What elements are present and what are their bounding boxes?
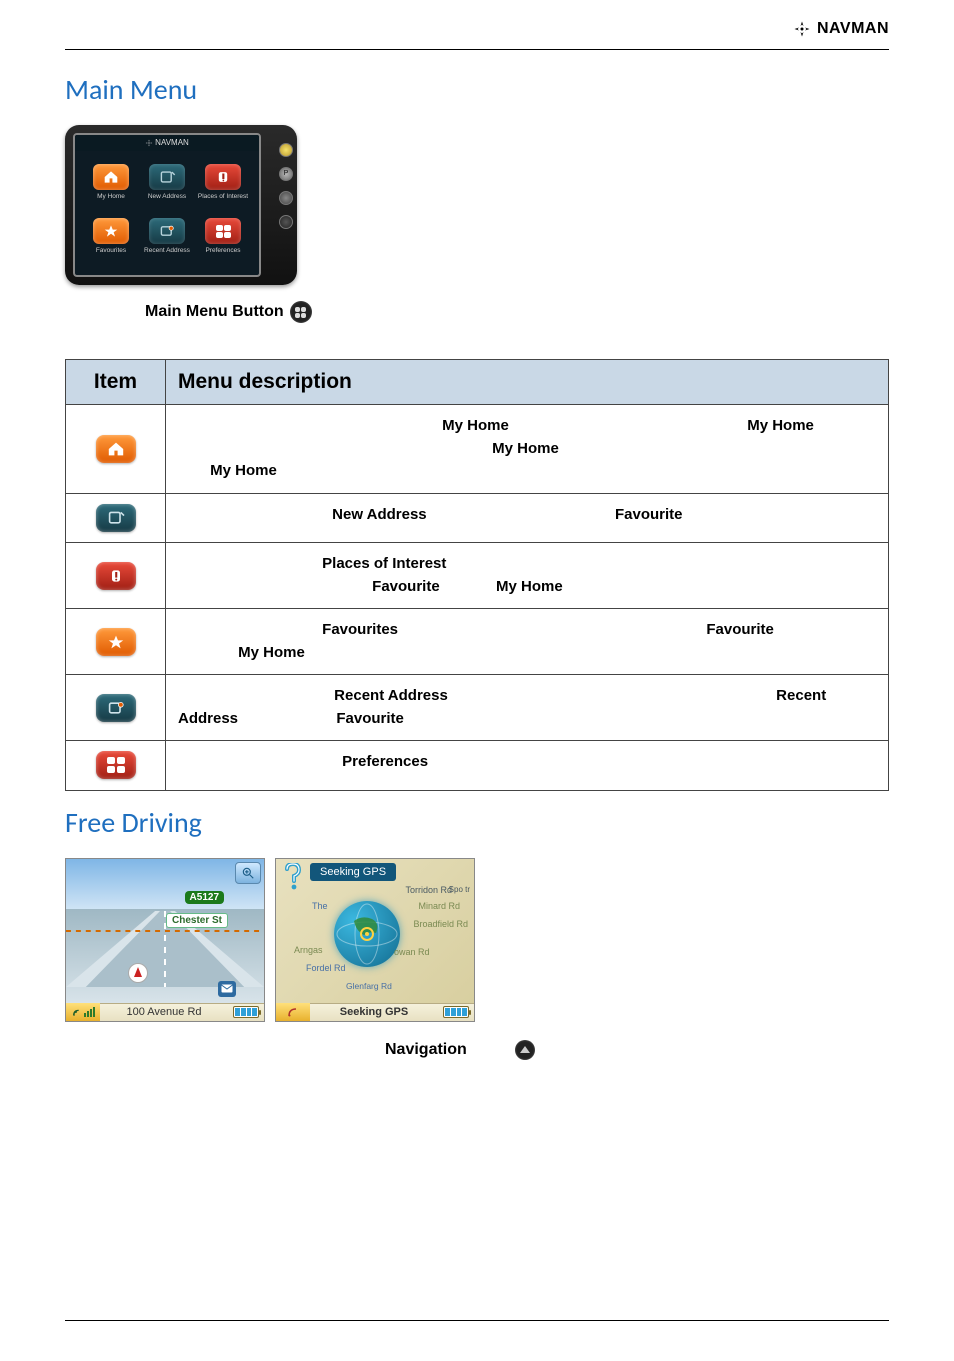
map-label: Spo tr (449, 885, 470, 894)
favourites-icon (96, 628, 136, 656)
side-btn-p[interactable]: P (279, 167, 293, 181)
satellite-signal-icon (276, 1003, 310, 1021)
map-zoom-icon[interactable] (235, 862, 261, 884)
side-btn-1[interactable] (279, 143, 293, 157)
home-icon (96, 435, 136, 463)
battery-icon (228, 1006, 264, 1018)
map-label: Glenfarg Rd (346, 981, 392, 991)
main-menu-heading: Main Menu (65, 72, 889, 107)
navigation-caption: Navigation (385, 1040, 889, 1060)
map-label: Arngas (294, 945, 323, 955)
kw: My Home (496, 578, 563, 595)
table-row: Preferences (66, 741, 889, 791)
menu-description-table: Item Menu description My Home My Home (65, 359, 889, 791)
kw: Preferences (342, 753, 428, 770)
table-row: Favourites Favourite My Home (66, 609, 889, 675)
map-label: Broadfield Rd (413, 919, 468, 929)
map-label: owan Rd (394, 947, 430, 957)
map-label: Torridon Rd (405, 885, 452, 895)
seeking-status: Seeking GPS (310, 1006, 438, 1018)
envelope-icon[interactable] (218, 981, 236, 997)
map-label: Minard Rd (418, 901, 460, 911)
kw: Recent Address (334, 687, 448, 704)
satellite-signal-icon (66, 1003, 100, 1021)
device-btn-preferences[interactable]: Preferences (197, 211, 249, 261)
device-topbar: NAVMAN (75, 135, 259, 151)
kw: Address (178, 710, 238, 727)
recent-icon (96, 694, 136, 722)
device-btn-new-address[interactable]: New Address (141, 157, 193, 207)
kw: Favourite (706, 621, 774, 638)
battery-icon (438, 1006, 474, 1018)
table-row: Places of Interest Favourite My Home (66, 543, 889, 609)
kw: My Home (210, 462, 277, 479)
help-icon[interactable] (280, 862, 306, 892)
poi-icon (96, 562, 136, 590)
table-row: My Home My Home My Home My Home (66, 405, 889, 494)
side-btn-menu[interactable] (279, 191, 293, 205)
kw: Favourite (372, 578, 440, 595)
page-footer-rule (65, 1320, 889, 1321)
road-shield-top: A5127 (185, 891, 224, 904)
kw: New Address (332, 506, 426, 523)
current-road: 100 Avenue Rd (100, 1006, 228, 1018)
col-desc: Menu description (166, 360, 889, 405)
device-btn-my-home[interactable]: My Home (85, 157, 137, 207)
map-label: The (312, 901, 328, 911)
globe-icon (334, 901, 400, 967)
brand-logo: NAVMAN (793, 20, 889, 38)
map-label: Fordel Rd (306, 963, 346, 973)
kw: My Home (442, 417, 509, 434)
device-mockup: NAVMAN My Home New Address Places of Int… (65, 125, 297, 285)
seeking-banner: Seeking GPS (310, 863, 396, 881)
brand-icon (793, 20, 811, 38)
kw: Favourites (322, 621, 398, 638)
road-label-chester: Chester St (166, 913, 228, 928)
kw: Favourite (336, 710, 404, 727)
table-row: Recent Address Recent Address Favourite (66, 675, 889, 741)
screenshot-seeking-gps: Seeking GPS Torridon Rd Spo tr The Minar… (275, 858, 475, 1022)
page-header: NAVMAN (65, 10, 889, 50)
device-screen: NAVMAN My Home New Address Places of Int… (73, 133, 261, 277)
brand-text: NAVMAN (817, 20, 889, 38)
kw: My Home (492, 440, 559, 457)
kw: Places of Interest (322, 555, 446, 572)
main-menu-button-caption: Main Menu Button (145, 301, 889, 323)
compass-icon (128, 963, 148, 983)
side-btn-4[interactable] (279, 215, 293, 229)
kw: Favourite (615, 506, 683, 523)
table-row: New Address Favourite (66, 493, 889, 543)
free-driving-screenshots: A38 A5127 Chester St B (65, 858, 889, 1022)
device-btn-recent[interactable]: Recent Address (141, 211, 193, 261)
device-brand: NAVMAN (155, 135, 189, 151)
new-address-icon (96, 504, 136, 532)
col-item: Item (66, 360, 166, 405)
preferences-icon (96, 751, 136, 779)
device-btn-favourites[interactable]: Favourites (85, 211, 137, 261)
kw: Recent (776, 687, 826, 704)
device-side-buttons: P (279, 143, 293, 229)
kw: My Home (747, 417, 814, 434)
main-menu-icon (290, 301, 312, 323)
free-driving-heading: Free Driving (65, 805, 889, 840)
navigation-mode-icon (515, 1040, 535, 1060)
device-btn-poi[interactable]: Places of Interest (197, 157, 249, 207)
kw: My Home (238, 644, 305, 661)
screenshot-3d-map: A38 A5127 Chester St B (65, 858, 265, 1022)
